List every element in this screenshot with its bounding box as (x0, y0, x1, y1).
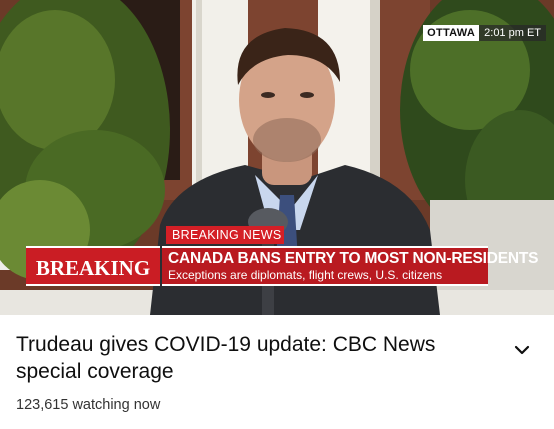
video-title[interactable]: Trudeau gives COVID-19 update: CBC News … (16, 331, 486, 385)
expand-description-button[interactable] (510, 338, 534, 362)
live-viewer-count: 123,615 watching now (16, 397, 161, 413)
video-frame (0, 0, 554, 315)
chevron-down-icon (514, 345, 530, 355)
video-player[interactable]: OTTAWA 2:01 pm ET BREAKING NEWS BREAKING… (0, 0, 554, 315)
video-info: Trudeau gives COVID-19 update: CBC News … (16, 331, 536, 413)
location-time-bug: OTTAWA 2:01 pm ET (423, 25, 546, 41)
broadcast-time: 2:01 pm ET (479, 25, 546, 41)
location-label: OTTAWA (423, 25, 480, 41)
